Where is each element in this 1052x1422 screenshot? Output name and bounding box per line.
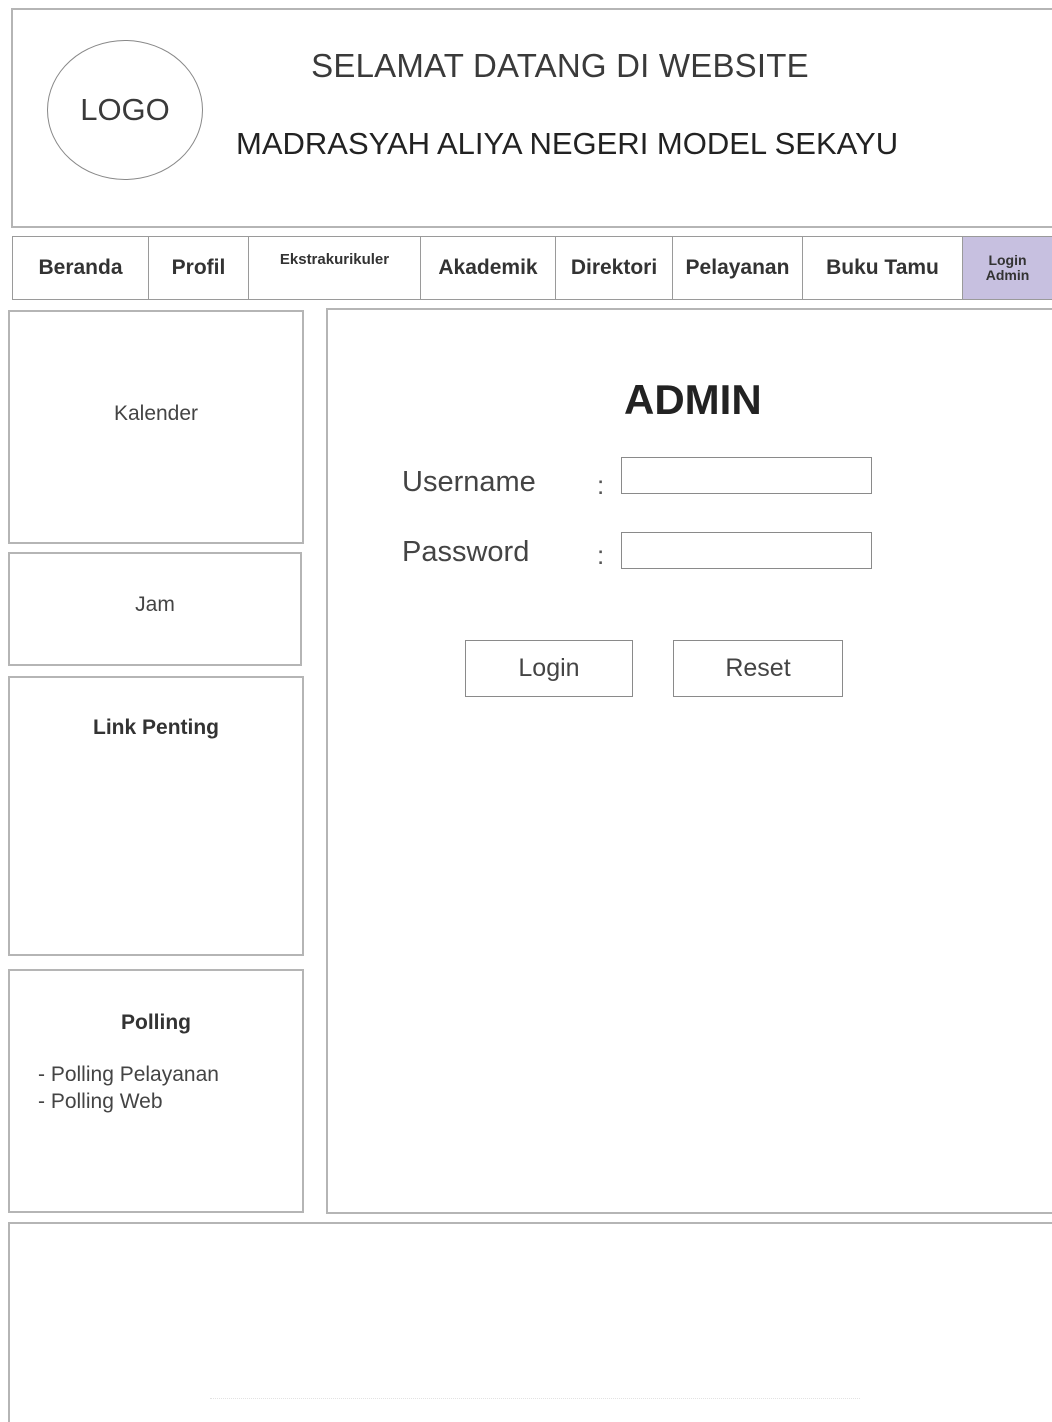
footer xyxy=(8,1222,1052,1422)
password-label: Password xyxy=(402,536,530,568)
link-penting-title: Link Penting xyxy=(93,716,219,739)
username-input[interactable] xyxy=(621,457,872,494)
nav-item-ekstrakurikuler[interactable]: Ekstrakurikuler xyxy=(248,237,420,299)
polling-title: Polling xyxy=(121,1011,191,1034)
welcome-title: SELAMAT DATANG DI WEBSITE xyxy=(311,47,809,84)
nav-item-akademik[interactable]: Akademik xyxy=(420,237,555,299)
reset-button[interactable]: Reset xyxy=(673,640,843,697)
nav-item-buku-tamu[interactable]: Buku Tamu xyxy=(802,237,962,299)
link-penting-widget: Link Penting xyxy=(8,676,304,956)
nav-item-login-admin[interactable]: Login Admin xyxy=(962,237,1052,299)
polling-item-pelayanan[interactable]: - Polling Pelayanan xyxy=(38,1063,219,1087)
nav-item-beranda[interactable]: Beranda xyxy=(12,237,148,299)
username-colon: : xyxy=(597,470,605,500)
kalender-widget: Kalender xyxy=(8,310,304,544)
jam-label: Jam xyxy=(135,593,175,616)
nav-item-pelayanan[interactable]: Pelayanan xyxy=(672,237,802,299)
logo-text: LOGO xyxy=(80,92,170,127)
kalender-label: Kalender xyxy=(113,402,199,425)
footer-divider xyxy=(210,1398,860,1399)
password-input[interactable] xyxy=(621,532,872,569)
admin-title: ADMIN xyxy=(624,376,762,423)
jam-widget: Jam xyxy=(8,552,302,666)
nav-item-direktori[interactable]: Direktori xyxy=(555,237,672,299)
password-colon: : xyxy=(597,540,605,570)
login-button[interactable]: Login xyxy=(465,640,633,697)
polling-item-web[interactable]: - Polling Web xyxy=(38,1090,163,1114)
school-name: MADRASYAH ALIYA NEGERI MODEL SEKAYU xyxy=(236,126,899,161)
nav-bar: Beranda Profil Ekstrakurikuler Akademik … xyxy=(12,236,1052,300)
main-content xyxy=(326,308,1052,1214)
username-label: Username xyxy=(402,466,536,498)
logo-placeholder: LOGO xyxy=(47,40,203,180)
nav-item-profil[interactable]: Profil xyxy=(148,237,248,299)
